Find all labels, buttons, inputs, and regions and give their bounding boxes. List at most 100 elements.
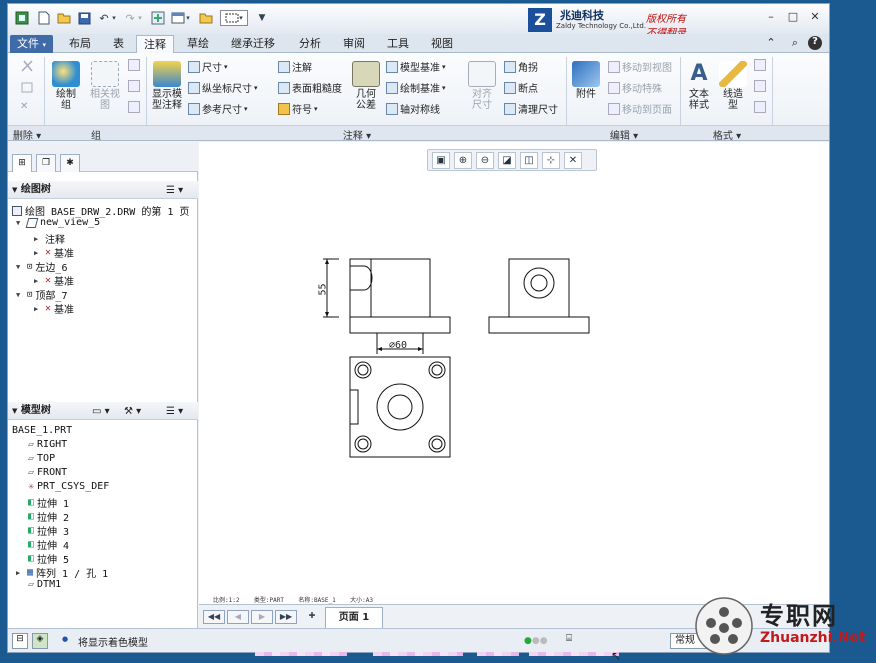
tree-item-datum-plane[interactable]: ▱ RIGHT (28, 439, 67, 450)
folder-browser-tab-icon[interactable]: ❐ (36, 154, 56, 172)
corner-button[interactable]: 角拐 (504, 59, 538, 74)
tree-item-datum-plane[interactable]: ▱ FRONT (28, 467, 67, 478)
dimension-button[interactable]: 尺寸 ▾ (188, 59, 228, 74)
tree-item-view[interactable]: ▼ new_view_5 (16, 217, 100, 228)
model-tree-header[interactable]: ▼ 模型树 ▭ ▾ ⚒ ▾ ☰ ▾ (8, 402, 198, 420)
show-model-annotation-button[interactable]: 显示模 型注释 (148, 61, 186, 111)
cleanup-dimension-button[interactable]: 清理尺寸 (504, 101, 558, 116)
datum-icon: ✕ (45, 247, 52, 258)
tab-file[interactable]: 文件 ▾ (10, 35, 54, 53)
geometric-tolerance-button[interactable]: 几何 公差 (350, 61, 382, 111)
drawing-tree-header[interactable]: ▼ 绘图树 ☰ ▾ (8, 181, 198, 199)
projection-view-icon: ⊡ (27, 261, 33, 272)
break-button[interactable]: 断点 (504, 80, 538, 95)
restore-button[interactable]: □ (785, 10, 801, 24)
drawing-tree-settings-icon[interactable]: ☰ ▾ (166, 182, 183, 199)
help-icon[interactable]: ? (808, 36, 822, 50)
tree-item-sheet[interactable]: 绘图 BASE_DRW_2.DRW 的第 1 页 (12, 203, 189, 218)
favorites-tab-icon[interactable]: ✱ (60, 154, 80, 172)
tree-item-extrude[interactable]: ◧ 拉伸 2 (28, 509, 69, 524)
draw-datum-button[interactable]: 绘制基准 ▾ (386, 80, 446, 95)
tree-item-extrude[interactable]: ◧ 拉伸 3 (28, 523, 69, 538)
line-style-button[interactable]: 线造 型 (718, 61, 748, 111)
dimension-diameter-text[interactable]: ∅60 (389, 340, 407, 351)
undo-dropdown-icon[interactable]: ▾ (110, 10, 118, 26)
drawing-canvas[interactable]: ▣ ⊕ ⊖ ◪ ◫ ⊹ ✕ 55 ∅60 ↖ 比例:1:2 类型:PART 名称… (199, 142, 829, 663)
tree-item-datum-plane[interactable]: ▱ TOP (28, 453, 55, 464)
tree-item-top-view[interactable]: ▼ ⊡ 顶部_7 (16, 287, 67, 303)
page-tab[interactable]: 页面 1 (325, 607, 383, 629)
tree-item-datum-plane[interactable]: ▱ DTM1 (28, 579, 61, 590)
axis-symmetry-label: 轴对称线 (400, 105, 440, 116)
related-view-button: 相关视 图 (86, 61, 124, 111)
last-page-icon[interactable]: ▶▶ (275, 610, 297, 624)
reference-dimension-icon (188, 102, 200, 115)
app-icon[interactable] (14, 10, 30, 26)
tab-legacy-migration[interactable]: 继承迁移 (224, 35, 282, 53)
select-folder-icon[interactable] (198, 10, 214, 26)
tab-sketch[interactable]: 草绘 (180, 35, 216, 53)
tab-layout[interactable]: 布局 (62, 35, 98, 53)
extrude-icon: ◧ (28, 553, 35, 564)
tree-item-extrude[interactable]: ◧ 拉伸 5 (28, 551, 69, 566)
surface-finish-button[interactable]: 表面粗糙度 (278, 80, 342, 95)
minimize-ribbon-icon[interactable]: ⌃ (764, 36, 778, 50)
format-small-icon-2 (754, 80, 766, 92)
show-model-annotation-label: 显示模 型注释 (152, 89, 182, 111)
attachment-button[interactable]: 附件 (570, 61, 602, 100)
search-icon[interactable]: ⌕ (788, 36, 802, 50)
model-tree-display-icon[interactable]: ▭ ▾ (92, 403, 110, 420)
tab-tools[interactable]: 工具 (380, 35, 416, 53)
model-tree-settings-icon[interactable]: ☰ ▾ (166, 403, 183, 420)
group-label-format[interactable]: 格式 ▾ (682, 127, 772, 142)
new-file-icon[interactable] (36, 10, 52, 26)
open-folder-icon[interactable] (56, 10, 72, 26)
view-icon (25, 217, 39, 228)
regenerate-icon[interactable] (150, 10, 166, 26)
find-icon[interactable]: ⌸ (560, 633, 578, 649)
selection-filter-icon[interactable]: ▾ (220, 10, 248, 26)
ordinate-dimension-button[interactable]: 纵坐标尺寸 ▾ (188, 80, 258, 95)
cleanup-dimension-label: 清理尺寸 (518, 105, 558, 116)
reference-dimension-button[interactable]: 参考尺寸 ▾ (188, 101, 248, 116)
tab-annotate[interactable]: 注释 (136, 35, 174, 53)
browser-toggle-icon[interactable]: ◈ (32, 633, 48, 649)
tab-review[interactable]: 审阅 (336, 35, 372, 53)
minimize-button[interactable]: – (763, 10, 779, 24)
tab-view[interactable]: 视图 (424, 35, 460, 53)
move-special-button: 移动特殊 (608, 80, 662, 95)
navigator-toggle-icon[interactable]: ⊟ (12, 633, 28, 649)
tree-item-datum-1[interactable]: ▶ ✕ 基准 (34, 245, 74, 260)
tree-item-part[interactable]: BASE_1.PRT (12, 425, 72, 436)
tree-item-csys[interactable]: ✳ PRT_CSYS_DEF (28, 481, 109, 492)
first-page-icon[interactable]: ◀◀ (203, 610, 225, 624)
tree-item-extrude[interactable]: ◧ 拉伸 1 (28, 495, 69, 510)
customize-qat-icon[interactable]: ▼ (254, 10, 270, 26)
ribbon-panel: ✕ 绘制 组 相关视 图 显示模 型注释 尺寸 ▾ 纵坐标尺寸 ▾ 参考尺寸 ▾ 注解… (8, 53, 829, 125)
tab-analysis[interactable]: 分析 (292, 35, 328, 53)
group-label-edit[interactable]: 编辑 ▾ (568, 127, 680, 142)
note-button[interactable]: 注解 (278, 59, 312, 74)
tree-item-left-view[interactable]: ▼ ⊡ 左边_6 (16, 259, 67, 275)
model-datum-button[interactable]: 模型基准 ▾ (386, 59, 446, 74)
close-button[interactable]: ✕ (807, 10, 823, 24)
align-dimension-label: 对齐 尺寸 (472, 89, 492, 111)
tree-item-datum-2[interactable]: ▶ ✕ 基准 (34, 273, 74, 288)
axis-symmetry-button[interactable]: 轴对称线 (386, 101, 440, 116)
model-tree-tools-icon[interactable]: ⚒ ▾ (124, 403, 141, 420)
symbol-button[interactable]: 符号 ▾ (278, 101, 318, 116)
new-page-icon[interactable]: ✚ (303, 610, 321, 624)
tree-item-datum-3[interactable]: ▶ ✕ 基准 (34, 301, 74, 316)
tree-item-pattern[interactable]: ▶ ▦ 阵列 1 / 孔 1 (16, 565, 108, 580)
text-style-button[interactable]: A 文本 样式 (684, 61, 714, 111)
model-tree-tab-icon[interactable]: ⊞ (12, 154, 32, 172)
window-dropdown-icon[interactable]: ▾ (184, 10, 192, 26)
dimension-height-text[interactable]: 55 (318, 283, 329, 295)
draw-group-button[interactable]: 绘制 组 (48, 61, 84, 111)
group-label-annotation[interactable]: 注释 ▾ (148, 127, 566, 142)
save-icon[interactable] (76, 10, 92, 26)
tree-item-extrude[interactable]: ◧ 拉伸 4 (28, 537, 69, 552)
tree-item-annotation[interactable]: ▶ 注释 (34, 231, 65, 247)
tab-table[interactable]: 表 (106, 35, 131, 53)
group-label-delete[interactable]: 删除 ▾ (10, 127, 44, 142)
